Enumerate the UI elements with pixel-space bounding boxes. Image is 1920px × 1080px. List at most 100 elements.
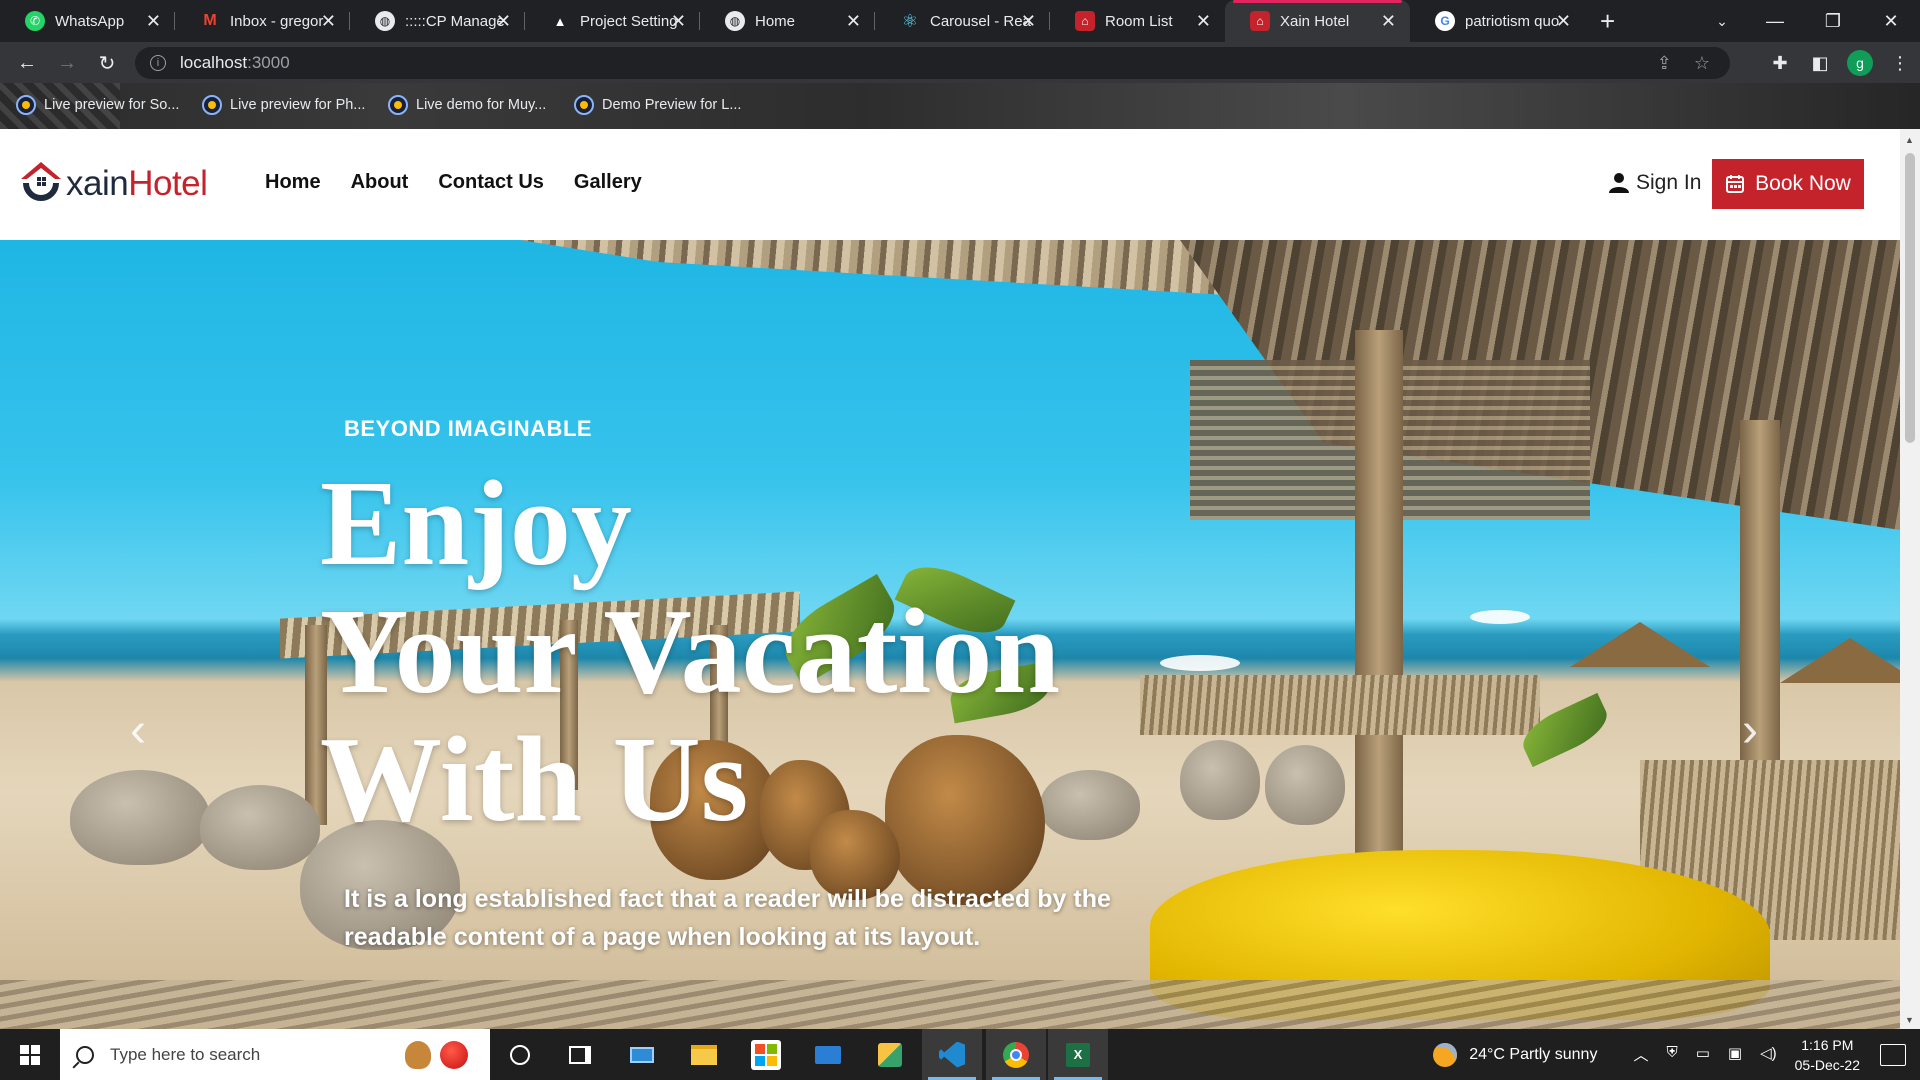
task-view-icon[interactable]: [550, 1029, 610, 1080]
ornament-doodle-icon: [440, 1041, 468, 1069]
taskbar-clock[interactable]: 1:16 PM 05-Dec-22: [1795, 1035, 1860, 1075]
new-tab-button[interactable]: +: [1600, 6, 1615, 36]
hero-carousel: BEYOND IMAGINABLE Enjoy Your Vacation Wi…: [0, 240, 1900, 1029]
close-icon[interactable]: ✕: [496, 11, 511, 31]
nav-gallery[interactable]: Gallery: [574, 171, 642, 194]
side-panel-icon[interactable]: ◧: [1800, 48, 1840, 78]
bookmark-favicon-icon: [16, 95, 36, 115]
hotel-logo-icon: [21, 162, 61, 201]
snipping-tool-icon[interactable]: [860, 1029, 920, 1080]
sign-in-link[interactable]: Sign In: [1608, 171, 1701, 195]
bookmark-favicon-icon: [202, 95, 222, 115]
taskbar-search-box[interactable]: Type here to search: [60, 1029, 490, 1080]
web-page: xainHotel Home About Contact Us Gallery …: [0, 129, 1900, 1029]
close-icon[interactable]: ✕: [671, 11, 686, 31]
search-placeholder: Type here to search: [110, 1044, 261, 1064]
tab-room-list[interactable]: ⌂ Room List ✕: [1050, 0, 1225, 42]
page-scrollbar[interactable]: ▲ ▼: [1900, 129, 1920, 1029]
close-icon[interactable]: ✕: [846, 11, 861, 31]
tab-project-settings[interactable]: ▲ Project Setting ✕: [525, 0, 700, 42]
headline-line: Enjoy: [320, 456, 632, 591]
mail-icon[interactable]: [798, 1029, 858, 1080]
tab-xain-hotel[interactable]: ⌂ Xain Hotel ✕: [1225, 0, 1410, 42]
nav-about[interactable]: About: [351, 171, 409, 194]
browser-tab-strip: ✆ WhatsApp ✕ M Inbox - gregor ✕ ◍ :::::C…: [0, 0, 1920, 42]
scroll-up-icon[interactable]: ▲: [1905, 135, 1914, 145]
weather-widget[interactable]: 24°C Partly sunny: [1433, 1042, 1598, 1067]
nav-home[interactable]: Home: [265, 171, 321, 194]
extensions-puzzle-icon[interactable]: ✚: [1760, 48, 1800, 78]
restore-icon[interactable]: ❐: [1804, 0, 1862, 42]
battery-icon[interactable]: ▭: [1696, 1044, 1710, 1065]
site-logo[interactable]: xainHotel: [18, 159, 208, 209]
chevron-up-icon[interactable]: ︿: [1633, 1044, 1648, 1065]
logo-text-xain: xain: [66, 164, 129, 203]
headline-line: Your Vacation: [320, 584, 1061, 719]
globe-icon: ◍: [725, 11, 745, 31]
user-icon: [1609, 173, 1629, 193]
nav-contact-us[interactable]: Contact Us: [438, 171, 544, 194]
network-icon[interactable]: ▣: [1728, 1044, 1742, 1065]
volume-icon[interactable]: ◁): [1760, 1044, 1777, 1065]
microsoft-store-icon[interactable]: [736, 1029, 796, 1080]
carousel-prev-icon[interactable]: ‹: [130, 703, 146, 758]
hero-headline: Enjoy Your Vacation With Us: [320, 460, 1220, 844]
tab-home[interactable]: ◍ Home ✕: [700, 0, 875, 42]
cortana-icon[interactable]: [490, 1029, 550, 1080]
reload-icon[interactable]: ↻: [92, 48, 122, 78]
scrollbar-thumb[interactable]: [1905, 153, 1915, 443]
windows-start-button[interactable]: [0, 1029, 60, 1080]
chrome-icon[interactable]: [986, 1029, 1046, 1080]
bookmark-favicon-icon: [574, 95, 594, 115]
scroll-down-icon[interactable]: ▼: [1905, 1015, 1914, 1025]
hero-description: It is a long established fact that a rea…: [344, 885, 1111, 951]
weather-text: 24°C Partly sunny: [1469, 1045, 1598, 1063]
tab-cp-manage[interactable]: ◍ :::::CP Manage ✕: [350, 0, 525, 42]
address-bar[interactable]: i localhost:3000 ⇪ ☆: [135, 47, 1730, 79]
hero-tagline: BEYOND IMAGINABLE: [344, 416, 593, 441]
clock-date: 05-Dec-22: [1794, 1056, 1860, 1073]
sign-in-label: Sign In: [1636, 171, 1702, 194]
bookmark-item[interactable]: Demo Preview for L...: [574, 95, 741, 115]
close-icon[interactable]: ✕: [1196, 11, 1211, 31]
google-icon: G: [1435, 11, 1455, 31]
bookmark-star-icon[interactable]: ☆: [1694, 53, 1710, 74]
carousel-next-icon[interactable]: ›: [1742, 703, 1758, 758]
security-icon[interactable]: ⛨: [1666, 1044, 1677, 1065]
globe-icon: ◍: [375, 11, 395, 31]
bookmark-item[interactable]: Live preview for Ph...: [202, 95, 365, 115]
site-header: xainHotel Home About Contact Us Gallery …: [0, 129, 1900, 240]
forward-arrow-icon[interactable]: →: [52, 48, 82, 78]
notification-center-icon[interactable]: [1880, 1043, 1906, 1066]
gingerbread-doodle-icon: [405, 1041, 431, 1069]
tab-gmail[interactable]: M Inbox - gregor ✕: [175, 0, 350, 42]
book-now-button[interactable]: Book Now: [1712, 159, 1864, 209]
close-icon[interactable]: ✕: [321, 11, 336, 31]
bookmark-item[interactable]: Live demo for Muy...: [388, 95, 546, 115]
book-now-label: Book Now: [1755, 172, 1851, 195]
minimize-icon[interactable]: —: [1746, 0, 1804, 42]
share-icon[interactable]: ⇪: [1657, 53, 1672, 74]
tab-search-icon[interactable]: ⌄: [1693, 0, 1751, 42]
close-icon[interactable]: ✕: [1381, 11, 1396, 31]
excel-icon[interactable]: X: [1048, 1029, 1108, 1080]
bookmark-item[interactable]: Live preview for So...: [16, 95, 179, 115]
tab-whatsapp[interactable]: ✆ WhatsApp ✕: [0, 0, 175, 42]
file-explorer-icon[interactable]: [674, 1029, 734, 1080]
tab-carousel-react[interactable]: ⚛ Carousel - Rea ✕: [875, 0, 1050, 42]
browser-toolbar: ← → ↻ i localhost:3000 ⇪ ☆ ✚ ◧ g ⋮: [0, 42, 1920, 83]
tab-patriotism[interactable]: G patriotism quo ✕: [1410, 0, 1585, 42]
back-arrow-icon[interactable]: ←: [12, 48, 42, 78]
whatsapp-icon: ✆: [25, 11, 45, 31]
site-info-icon[interactable]: i: [150, 55, 166, 71]
close-icon[interactable]: ✕: [146, 11, 161, 31]
close-icon[interactable]: ✕: [1021, 11, 1036, 31]
close-icon[interactable]: ✕: [1556, 11, 1571, 31]
remote-desktop-icon[interactable]: [612, 1029, 672, 1080]
system-tray: 24°C Partly sunny ︿ ⛨ ▭ ▣ ◁) 1:16 PM 05-…: [1433, 1029, 1920, 1080]
chrome-menu-icon[interactable]: ⋮: [1880, 48, 1920, 78]
vscode-icon[interactable]: [922, 1029, 982, 1080]
close-window-icon[interactable]: ✕: [1862, 0, 1920, 42]
profile-avatar[interactable]: g: [1847, 50, 1873, 76]
vercel-icon: ▲: [553, 13, 567, 29]
